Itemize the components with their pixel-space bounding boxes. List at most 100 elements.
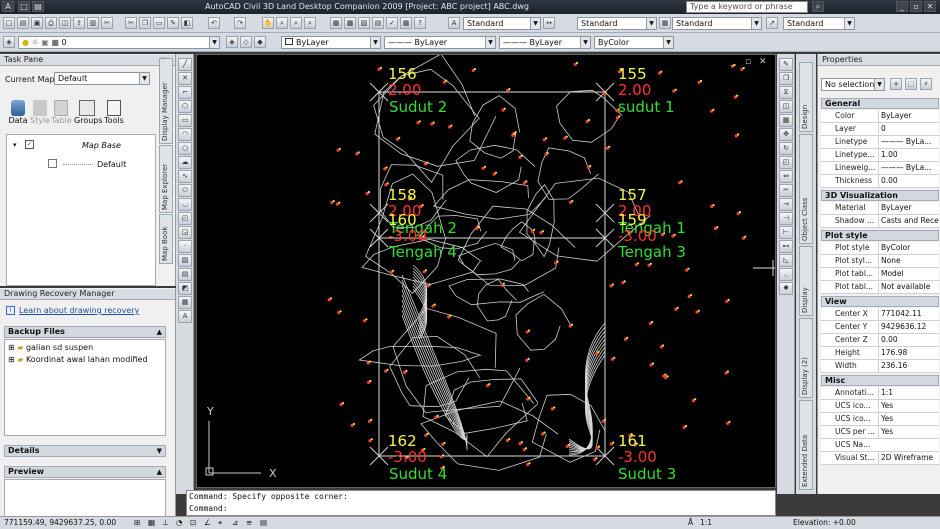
preview-icon[interactable]: ◫ — [59, 17, 71, 29]
property-value[interactable]: ByColor — [878, 242, 939, 254]
property-value[interactable]: 9429636.12 — [878, 321, 939, 333]
osnap-icon[interactable]: ⊡ — [190, 517, 196, 529]
table-icon[interactable]: ▦ — [178, 296, 192, 309]
cut-icon[interactable]: ✂ — [125, 17, 137, 29]
ellipse-arc-icon[interactable]: ◡ — [178, 198, 192, 211]
layer-properties-icon[interactable]: ◈ — [3, 36, 15, 48]
preview-section[interactable]: Preview ▲ — [4, 466, 166, 478]
expand-icon[interactable]: ⊞ — [8, 343, 15, 352]
property-group-header[interactable]: View — [821, 296, 939, 307]
default-checkbox[interactable] — [48, 159, 57, 168]
property-row[interactable]: Thickness 0.00 — [821, 175, 939, 188]
property-row[interactable]: Plot tabl... Model — [821, 268, 939, 281]
text-style-select[interactable]: Standard ▼ — [463, 17, 541, 30]
property-value[interactable]: None — [878, 255, 939, 267]
property-row[interactable]: Plot styl... None — [821, 255, 939, 268]
property-group-header[interactable]: 3D Visualization — [821, 190, 939, 201]
annotation-scale-icon[interactable]: Å — [688, 517, 693, 529]
tab-display[interactable]: Display — [799, 246, 813, 316]
make-block-icon[interactable]: ◲ — [178, 226, 192, 239]
property-row[interactable]: UCS per ... Yes — [821, 426, 939, 439]
property-value[interactable]: 1:1 — [878, 387, 939, 399]
region-icon[interactable]: ◩ — [178, 282, 192, 295]
new-icon[interactable]: □ — [18, 1, 30, 12]
mirror-icon[interactable]: ⧖ — [779, 86, 793, 99]
arc-icon[interactable]: ◠ — [178, 128, 192, 141]
property-value[interactable]: ——— ByLa... — [878, 162, 939, 174]
layer-previous-icon[interactable]: ◇ — [240, 36, 252, 48]
snap-icon[interactable]: ⊞ — [134, 517, 140, 529]
polyline-icon[interactable]: ⌐ — [178, 86, 192, 99]
ellipse-icon[interactable]: ⬭ — [178, 184, 192, 197]
line-icon[interactable]: ╱ — [178, 58, 192, 71]
property-row[interactable]: Color ByLayer — [821, 110, 939, 123]
quick-select-icon[interactable]: ⚡ — [920, 78, 932, 90]
ortho-icon[interactable]: ⊥ — [162, 517, 169, 529]
stretch-icon[interactable]: ⇔ — [779, 170, 793, 183]
open-icon[interactable]: ▤ — [17, 17, 29, 29]
offset-icon[interactable]: ◫ — [779, 100, 793, 113]
block-editor-icon[interactable]: ◧ — [181, 17, 193, 29]
extend-icon[interactable]: → — [779, 198, 793, 211]
list-item[interactable]: ⊞ ▰ Koordinat awal lahan modified — [8, 355, 148, 364]
property-row[interactable]: Plot tabl... Not available — [821, 281, 939, 294]
make-current-icon[interactable]: ◈ — [226, 36, 238, 48]
property-row[interactable]: Center X 771042.11 — [821, 308, 939, 321]
zoom-previous-icon[interactable]: ⌕ — [304, 17, 316, 29]
details-section[interactable]: Details ▼ — [4, 445, 166, 457]
command-prompt[interactable]: Command: — [189, 504, 228, 513]
select-objects-icon[interactable]: ⬚ — [905, 78, 917, 90]
property-row[interactable]: Linetype ——— ByLa... — [821, 136, 939, 149]
construction-line-icon[interactable]: ✕ — [178, 72, 192, 85]
property-row[interactable]: Linetype... 1.00 — [821, 149, 939, 162]
property-row[interactable]: Visual St... 2D Wireframe — [821, 452, 939, 465]
dim-style-select[interactable]: Standard ▼ — [577, 17, 657, 30]
rectangle-icon[interactable]: ▭ — [178, 114, 192, 127]
publish-icon[interactable]: ⇪ — [73, 17, 85, 29]
property-value[interactable]: Yes — [878, 413, 939, 425]
chamfer-icon[interactable]: ◺ — [779, 254, 793, 267]
search-icon[interactable]: ⌕ — [812, 1, 824, 12]
property-value[interactable]: ——— ByLa... — [878, 136, 939, 148]
coordinates-readout[interactable]: 771159.49, 9429637.25, 0.00 — [4, 517, 116, 529]
hatch-icon[interactable]: ▨ — [178, 254, 192, 267]
gradient-icon[interactable]: ▤ — [178, 268, 192, 281]
array-icon[interactable]: ▦ — [779, 114, 793, 127]
property-value[interactable]: 2D Wireframe — [878, 452, 939, 464]
maximize-button[interactable]: ▫ — [910, 1, 922, 12]
property-value[interactable]: 771042.11 — [878, 308, 939, 320]
polygon-icon[interactable]: ⬡ — [178, 100, 192, 113]
open-icon[interactable]: ▤ — [32, 1, 44, 12]
dyn-icon[interactable]: ⊿ — [232, 517, 238, 529]
design-center-icon[interactable]: ▩ — [344, 17, 356, 29]
break-point-icon[interactable]: ⊣ — [779, 212, 793, 225]
drawing-canvas[interactable]: _ ▫ ✕ 156 2.00 Sudut 2 155 2.00 sudut 1 … — [196, 54, 776, 488]
quickcalc-icon[interactable]: ▦ — [400, 17, 412, 29]
property-row[interactable]: Shadow ...Casts and Receives — [821, 215, 939, 228]
property-value[interactable]: Yes — [878, 400, 939, 412]
property-row[interactable]: UCS ico... Yes — [821, 413, 939, 426]
tab-map-explorer[interactable]: Map Explorer — [159, 145, 173, 213]
expand-icon[interactable]: ▾ — [13, 141, 17, 149]
property-row[interactable]: Material ByLayer — [821, 202, 939, 215]
paste-icon[interactable]: ▭ — [153, 17, 165, 29]
tool-palettes-icon[interactable]: ▨ — [358, 17, 370, 29]
groups-button[interactable]: Groups — [74, 100, 103, 125]
current-map-select[interactable]: Default ▼ — [54, 72, 150, 85]
property-row[interactable]: Height 176.98 — [821, 347, 939, 360]
plotstyle-select[interactable]: ByColor ▼ — [594, 36, 674, 49]
data-button[interactable]: Data — [8, 100, 28, 125]
recovery-link[interactable]: Learn about drawing recovery — [19, 306, 139, 315]
tab-display-manager[interactable]: Display Manager — [159, 58, 173, 144]
multileader-style-icon[interactable]: ↗ — [766, 17, 778, 29]
join-icon[interactable]: ⊷ — [779, 240, 793, 253]
table-style-icon[interactable]: ▦ — [659, 17, 671, 29]
property-value[interactable]: ByLayer — [878, 202, 939, 214]
otrack-icon[interactable]: ∠ — [204, 517, 211, 529]
break-icon[interactable]: ⊢ — [779, 226, 793, 239]
save-icon[interactable]: ▣ — [31, 17, 43, 29]
property-row[interactable]: Width 236.16 — [821, 360, 939, 373]
property-value[interactable]: Not available — [878, 281, 939, 293]
property-row[interactable]: UCS ico... Yes — [821, 400, 939, 413]
property-row[interactable]: UCS Na... — [821, 439, 939, 452]
